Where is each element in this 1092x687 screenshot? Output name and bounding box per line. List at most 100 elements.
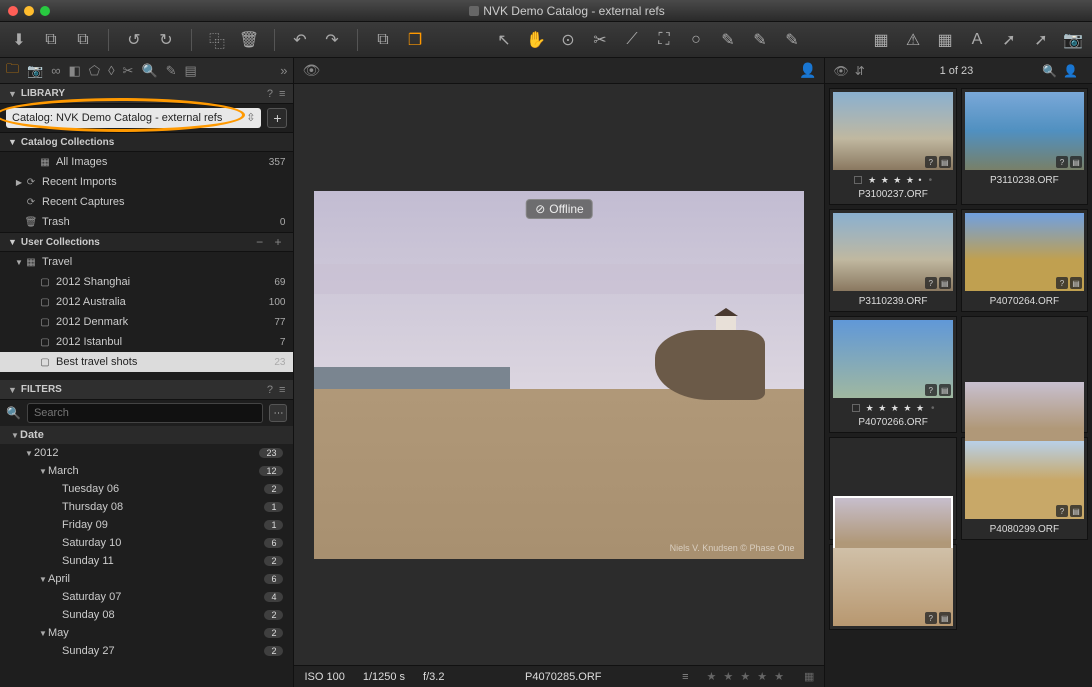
color-tab-icon[interactable]: ⬠: [89, 63, 100, 79]
zoom-in-icon[interactable]: 👤: [1063, 64, 1078, 78]
tree-item[interactable]: ⟳Recent Captures: [0, 192, 293, 212]
thumbnail[interactable]: ?▤P4070269.ORF: [961, 316, 1088, 433]
filter-item[interactable]: ▼May2: [0, 624, 293, 642]
tree-item[interactable]: 🗑Trash0: [0, 212, 293, 232]
exposure-tab-icon[interactable]: ◧: [68, 63, 80, 79]
panel-menu-icon[interactable]: ≡: [279, 384, 285, 396]
filter-item[interactable]: ▼March12: [0, 462, 293, 480]
tree-item[interactable]: ▶⟳Recent Imports: [0, 172, 293, 192]
capture-icon[interactable]: ⧉: [40, 29, 62, 51]
meta-tab-icon[interactable]: ▤: [185, 63, 197, 79]
tree-item[interactable]: ▢2012 Istanbul7: [0, 332, 293, 352]
warning-icon[interactable]: ⚠: [902, 29, 924, 51]
filter-item[interactable]: ▼April6: [0, 570, 293, 588]
image-viewer[interactable]: ⊘ Offline Niels V. Knudsen © Phase One: [294, 84, 824, 665]
crop-icon[interactable]: ✂: [589, 29, 611, 51]
copy-adj-icon[interactable]: ⧉: [372, 29, 394, 51]
thumbnail[interactable]: ?▤P4070264.ORF: [961, 209, 1088, 312]
pan-hand-icon[interactable]: ✋: [525, 29, 547, 51]
crop-tab-icon[interactable]: ✂: [123, 63, 134, 79]
pipette-icon[interactable]: ✎: [717, 29, 739, 51]
lens-tab-icon[interactable]: ∞: [51, 63, 60, 78]
thumbnail[interactable]: ?▤★ ★ ★ ★ ••P3100237.ORF: [829, 88, 956, 205]
user-collections-header[interactable]: ▼ User Collections − +: [0, 232, 293, 252]
close-window[interactable]: [8, 6, 18, 16]
spot-icon[interactable]: ○: [685, 29, 707, 51]
filter-item[interactable]: Sunday 272: [0, 642, 293, 660]
straighten-icon[interactable]: ⟋: [621, 29, 643, 51]
local-tab-icon[interactable]: ✎: [166, 63, 177, 79]
thumb-image: ?▤: [833, 548, 952, 626]
tree-item[interactable]: ▼▦Travel: [0, 252, 293, 272]
rotate-right-icon[interactable]: ↻: [155, 29, 177, 51]
loupe-icon[interactable]: ⊙: [557, 29, 579, 51]
thumb-rating[interactable]: ★ ★ ★ ★ ••: [830, 173, 955, 187]
user-icon[interactable]: 👤: [799, 62, 816, 79]
auto-adj-icon[interactable]: ❐: [404, 29, 426, 51]
tree-item[interactable]: ▦All Images357: [0, 152, 293, 172]
filter-item[interactable]: Sunday 112: [0, 552, 293, 570]
help-icon[interactable]: ?: [267, 88, 273, 100]
camera-icon[interactable]: 📷: [1062, 29, 1084, 51]
collection-ops[interactable]: − +: [256, 235, 285, 249]
catalog-dropdown[interactable]: Catalog: NVK Demo Catalog - external ref…: [6, 108, 261, 128]
thumbnail[interactable]: ?▤P3110239.ORF: [829, 209, 956, 312]
thumbnail[interactable]: ?▤: [829, 544, 956, 630]
mask-erase-icon[interactable]: ✎: [781, 29, 803, 51]
more-tabs-icon[interactable]: »: [280, 63, 287, 78]
panel-menu-icon[interactable]: ≡: [279, 88, 285, 100]
thumbnail[interactable]: ?▤P4080299.ORF: [961, 437, 1088, 540]
filter-item[interactable]: ▼201223: [0, 444, 293, 462]
redo-icon[interactable]: ↷: [321, 29, 343, 51]
filter-item[interactable]: Saturday 106: [0, 534, 293, 552]
filters-panel-header[interactable]: ▼ FILTERS ? ≡: [0, 380, 293, 400]
zoom-window[interactable]: [40, 6, 50, 16]
trash-icon[interactable]: 🗑: [238, 29, 260, 51]
add-catalog-button[interactable]: +: [267, 108, 287, 128]
tree-item[interactable]: ▢2012 Denmark77: [0, 312, 293, 332]
zoom-out-icon[interactable]: 🔍: [1042, 64, 1057, 78]
cursor-select-icon[interactable]: ↖: [493, 29, 515, 51]
thumbnail[interactable]: ?▤P4070285.ORF: [829, 437, 956, 540]
tether-icon[interactable]: ⧉: [72, 29, 94, 51]
label-a-icon[interactable]: A: [966, 29, 988, 51]
tree-item[interactable]: ▢2012 Australia100: [0, 292, 293, 312]
filter-item[interactable]: Friday 091: [0, 516, 293, 534]
keystone-icon[interactable]: ⛶: [653, 29, 675, 51]
minimize-window[interactable]: [24, 6, 34, 16]
help-icon[interactable]: ?: [267, 384, 273, 396]
send-down-icon[interactable]: ➚: [1030, 29, 1052, 51]
library-tab-icon[interactable]: 🗀: [6, 60, 19, 82]
tree-item[interactable]: ▢2012 Shanghai69: [0, 272, 293, 292]
capture-tab-icon[interactable]: 📷: [27, 63, 43, 79]
thumb-rating[interactable]: ★ ★ ★ ★ ★•: [830, 401, 955, 415]
preview-eye-icon[interactable]: 👁: [833, 64, 848, 78]
rating-stars[interactable]: ★ ★ ★ ★ ★: [707, 670, 787, 683]
sort-icon[interactable]: ⇵: [855, 64, 865, 78]
grid-icon[interactable]: ▦: [870, 29, 892, 51]
histogram-icon[interactable]: ▦: [934, 29, 956, 51]
filter-search-input[interactable]: [27, 403, 264, 423]
undo-icon[interactable]: ↶: [289, 29, 311, 51]
levels-tab-icon[interactable]: ◊: [108, 63, 114, 78]
thumbnail[interactable]: ?▤★ ★ ★ ★ ★•P4070266.ORF: [829, 316, 956, 433]
filter-item[interactable]: Sunday 082: [0, 606, 293, 624]
filter-item[interactable]: Thursday 081: [0, 498, 293, 516]
filter-item[interactable]: Tuesday 062: [0, 480, 293, 498]
preview-toggle-icon[interactable]: 👁: [302, 62, 320, 79]
move-icon[interactable]: ⿻: [206, 29, 228, 51]
import-icon[interactable]: ⬇: [8, 29, 30, 51]
search-options-button[interactable]: ⋯: [269, 404, 287, 422]
menu-icon[interactable]: ≡: [682, 671, 688, 683]
thumbnail[interactable]: ?▤P3110238.ORF: [961, 88, 1088, 205]
mask-draw-icon[interactable]: ✎: [749, 29, 771, 51]
send-up-icon[interactable]: ➚: [998, 29, 1020, 51]
catalog-collections-header[interactable]: ▼ Catalog Collections: [0, 132, 293, 152]
detail-tab-icon[interactable]: 🔍: [141, 63, 157, 79]
rotate-left-icon[interactable]: ↺: [123, 29, 145, 51]
color-tag-icon[interactable]: ▦: [804, 670, 814, 683]
library-panel-header[interactable]: ▼ LIBRARY ? ≡: [0, 84, 293, 104]
filter-item[interactable]: Saturday 074: [0, 588, 293, 606]
tree-item[interactable]: ▢Best travel shots23: [0, 352, 293, 372]
filter-item[interactable]: ▼Date: [0, 426, 293, 444]
